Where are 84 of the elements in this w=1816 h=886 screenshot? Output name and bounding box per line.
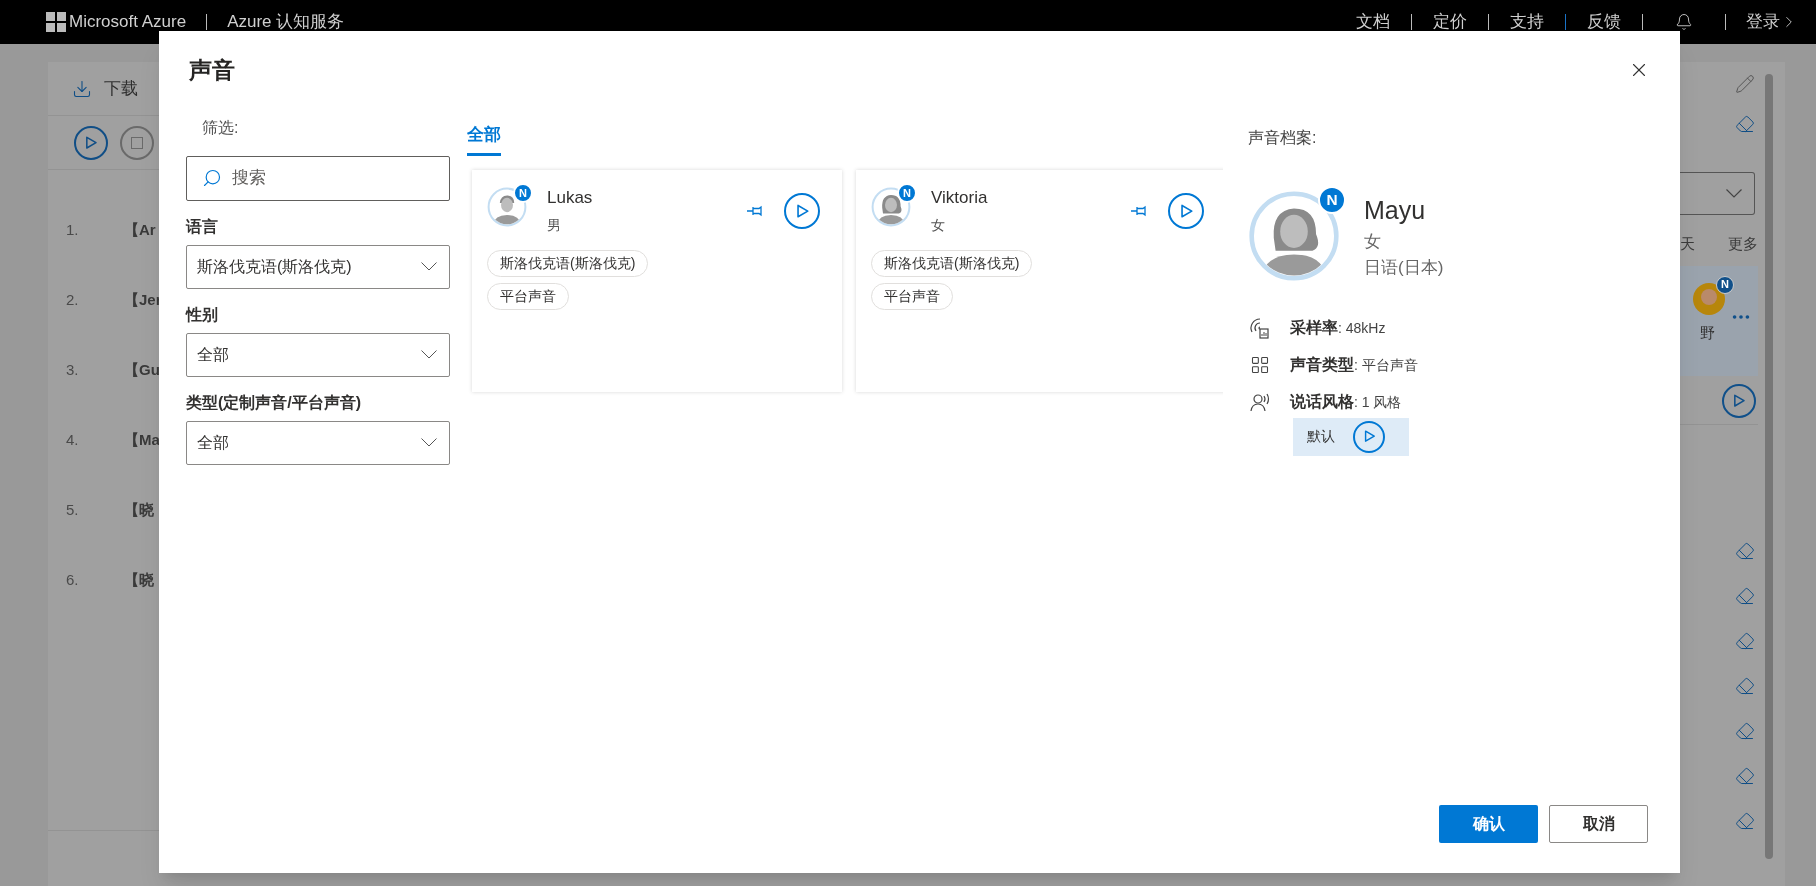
voice-name: Lukas <box>547 187 593 209</box>
pencil-icon[interactable] <box>1735 74 1755 94</box>
avatar-icon <box>1248 189 1340 282</box>
dropdown[interactable]: 全部 <box>186 420 450 465</box>
dropdown[interactable]: 全部 <box>186 332 450 377</box>
service-link[interactable]: Azure 认知服务 <box>227 9 345 35</box>
sentence-text: 【Gu <box>124 359 160 380</box>
sentence-text: 【Ar <box>124 219 156 240</box>
nav-link[interactable]: 反馈 <box>1586 9 1622 35</box>
line-number: 6. <box>66 569 80 590</box>
search-field[interactable]: 搜索 <box>186 155 450 201</box>
chevron-down-icon <box>421 438 437 447</box>
tab[interactable]: 天 <box>1680 233 1695 256</box>
voice-name: Viktoria <box>931 187 988 209</box>
sentence-text: 【晓 <box>124 569 154 590</box>
cancel-button[interactable]: 取消 <box>1549 805 1648 843</box>
eraser-icon[interactable] <box>1735 675 1755 696</box>
line-number: 5. <box>66 499 80 520</box>
profile-stat: 说话风格: 1 风格 <box>1290 391 1402 412</box>
voice-card[interactable]: N Lukas 男 斯洛伐克语(斯洛伐克) 平台声音 <box>472 170 842 392</box>
nav-link[interactable]: 定价 <box>1432 9 1468 35</box>
dialog-title: 声音 <box>189 56 235 85</box>
chevron-down-icon <box>421 350 437 359</box>
tab[interactable]: 全部 <box>467 107 501 156</box>
profile-heading: 声音档案: <box>1248 127 1318 148</box>
stop-button[interactable] <box>120 125 154 160</box>
search-input[interactable]: 搜索 <box>232 165 412 191</box>
voice-gender: 女 <box>931 215 946 235</box>
play-icon <box>1731 392 1747 409</box>
windows-logo-icon <box>46 12 66 32</box>
eraser-icon[interactable] <box>1735 630 1755 651</box>
play-button[interactable] <box>1722 383 1756 418</box>
grid-icon <box>1250 354 1270 375</box>
play-button[interactable] <box>74 125 108 160</box>
profile-locale: 日语(日本) <box>1364 256 1444 279</box>
sentence-text: 【晓 <box>124 499 154 520</box>
avatar-icon <box>871 187 911 227</box>
voice-card[interactable]: N Viktoria 女 斯洛伐克语(斯洛伐克) 平台声音 <box>856 170 1223 392</box>
chevron-down-icon <box>1726 189 1742 198</box>
voice-gender: 男 <box>547 215 562 235</box>
brand-link[interactable]: Microsoft Azure <box>69 9 187 35</box>
dropdown[interactable]: 斯洛伐克语(斯洛伐克) <box>186 244 450 289</box>
nav-link[interactable]: 文档 <box>1355 9 1391 35</box>
line-number: 4. <box>66 429 80 450</box>
eraser-icon[interactable] <box>1735 765 1755 786</box>
bell-icon[interactable] <box>1675 13 1693 31</box>
nav-link[interactable]: 支持 <box>1509 9 1545 35</box>
new-badge: N <box>1716 275 1734 294</box>
profile-stat: 声音类型: 平台声音 <box>1290 354 1418 375</box>
style-chip[interactable]: 默认 <box>1293 417 1409 456</box>
field-label: 性别 <box>186 304 219 325</box>
new-badge: N <box>1318 185 1346 214</box>
field-label: 类型(定制声音/平台声音) <box>186 392 363 413</box>
eraser-icon[interactable] <box>1735 720 1755 741</box>
search-icon <box>202 168 222 188</box>
avatar-icon <box>487 187 527 227</box>
profile-stat: 采样率: 48kHz <box>1290 317 1386 338</box>
play-icon <box>83 134 99 151</box>
chevron-down-icon <box>421 262 437 271</box>
line-number: 1. <box>66 219 80 240</box>
play-button[interactable] <box>1353 420 1385 453</box>
login-link[interactable]: 登录 <box>1746 9 1798 35</box>
download-label: 下载 <box>104 77 138 100</box>
line-number: 2. <box>66 289 80 310</box>
play-button[interactable] <box>1168 193 1204 229</box>
tab[interactable]: 更多 <box>1728 233 1758 256</box>
play-button[interactable] <box>784 193 820 229</box>
profile-gender: 女 <box>1364 231 1382 253</box>
field-label: 语言 <box>186 216 219 237</box>
download-icon[interactable] <box>72 78 92 99</box>
eraser-icon[interactable] <box>1735 114 1755 134</box>
eraser-icon[interactable] <box>1735 540 1755 561</box>
new-badge: N <box>513 183 533 203</box>
new-badge: N <box>897 183 917 203</box>
eraser-icon[interactable] <box>1735 810 1755 831</box>
filter-heading: 筛选: <box>201 117 240 138</box>
sentence-text: 【Jer <box>124 289 162 310</box>
confirm-button[interactable]: 确认 <box>1439 805 1538 843</box>
voice-name: 野 <box>1699 322 1715 343</box>
sentence-text: 【Ma <box>124 429 160 450</box>
eraser-icon[interactable] <box>1735 585 1755 606</box>
signal-file-icon <box>1249 316 1271 339</box>
profile-name: Mayu <box>1364 194 1427 226</box>
line-number: 3. <box>66 359 80 380</box>
